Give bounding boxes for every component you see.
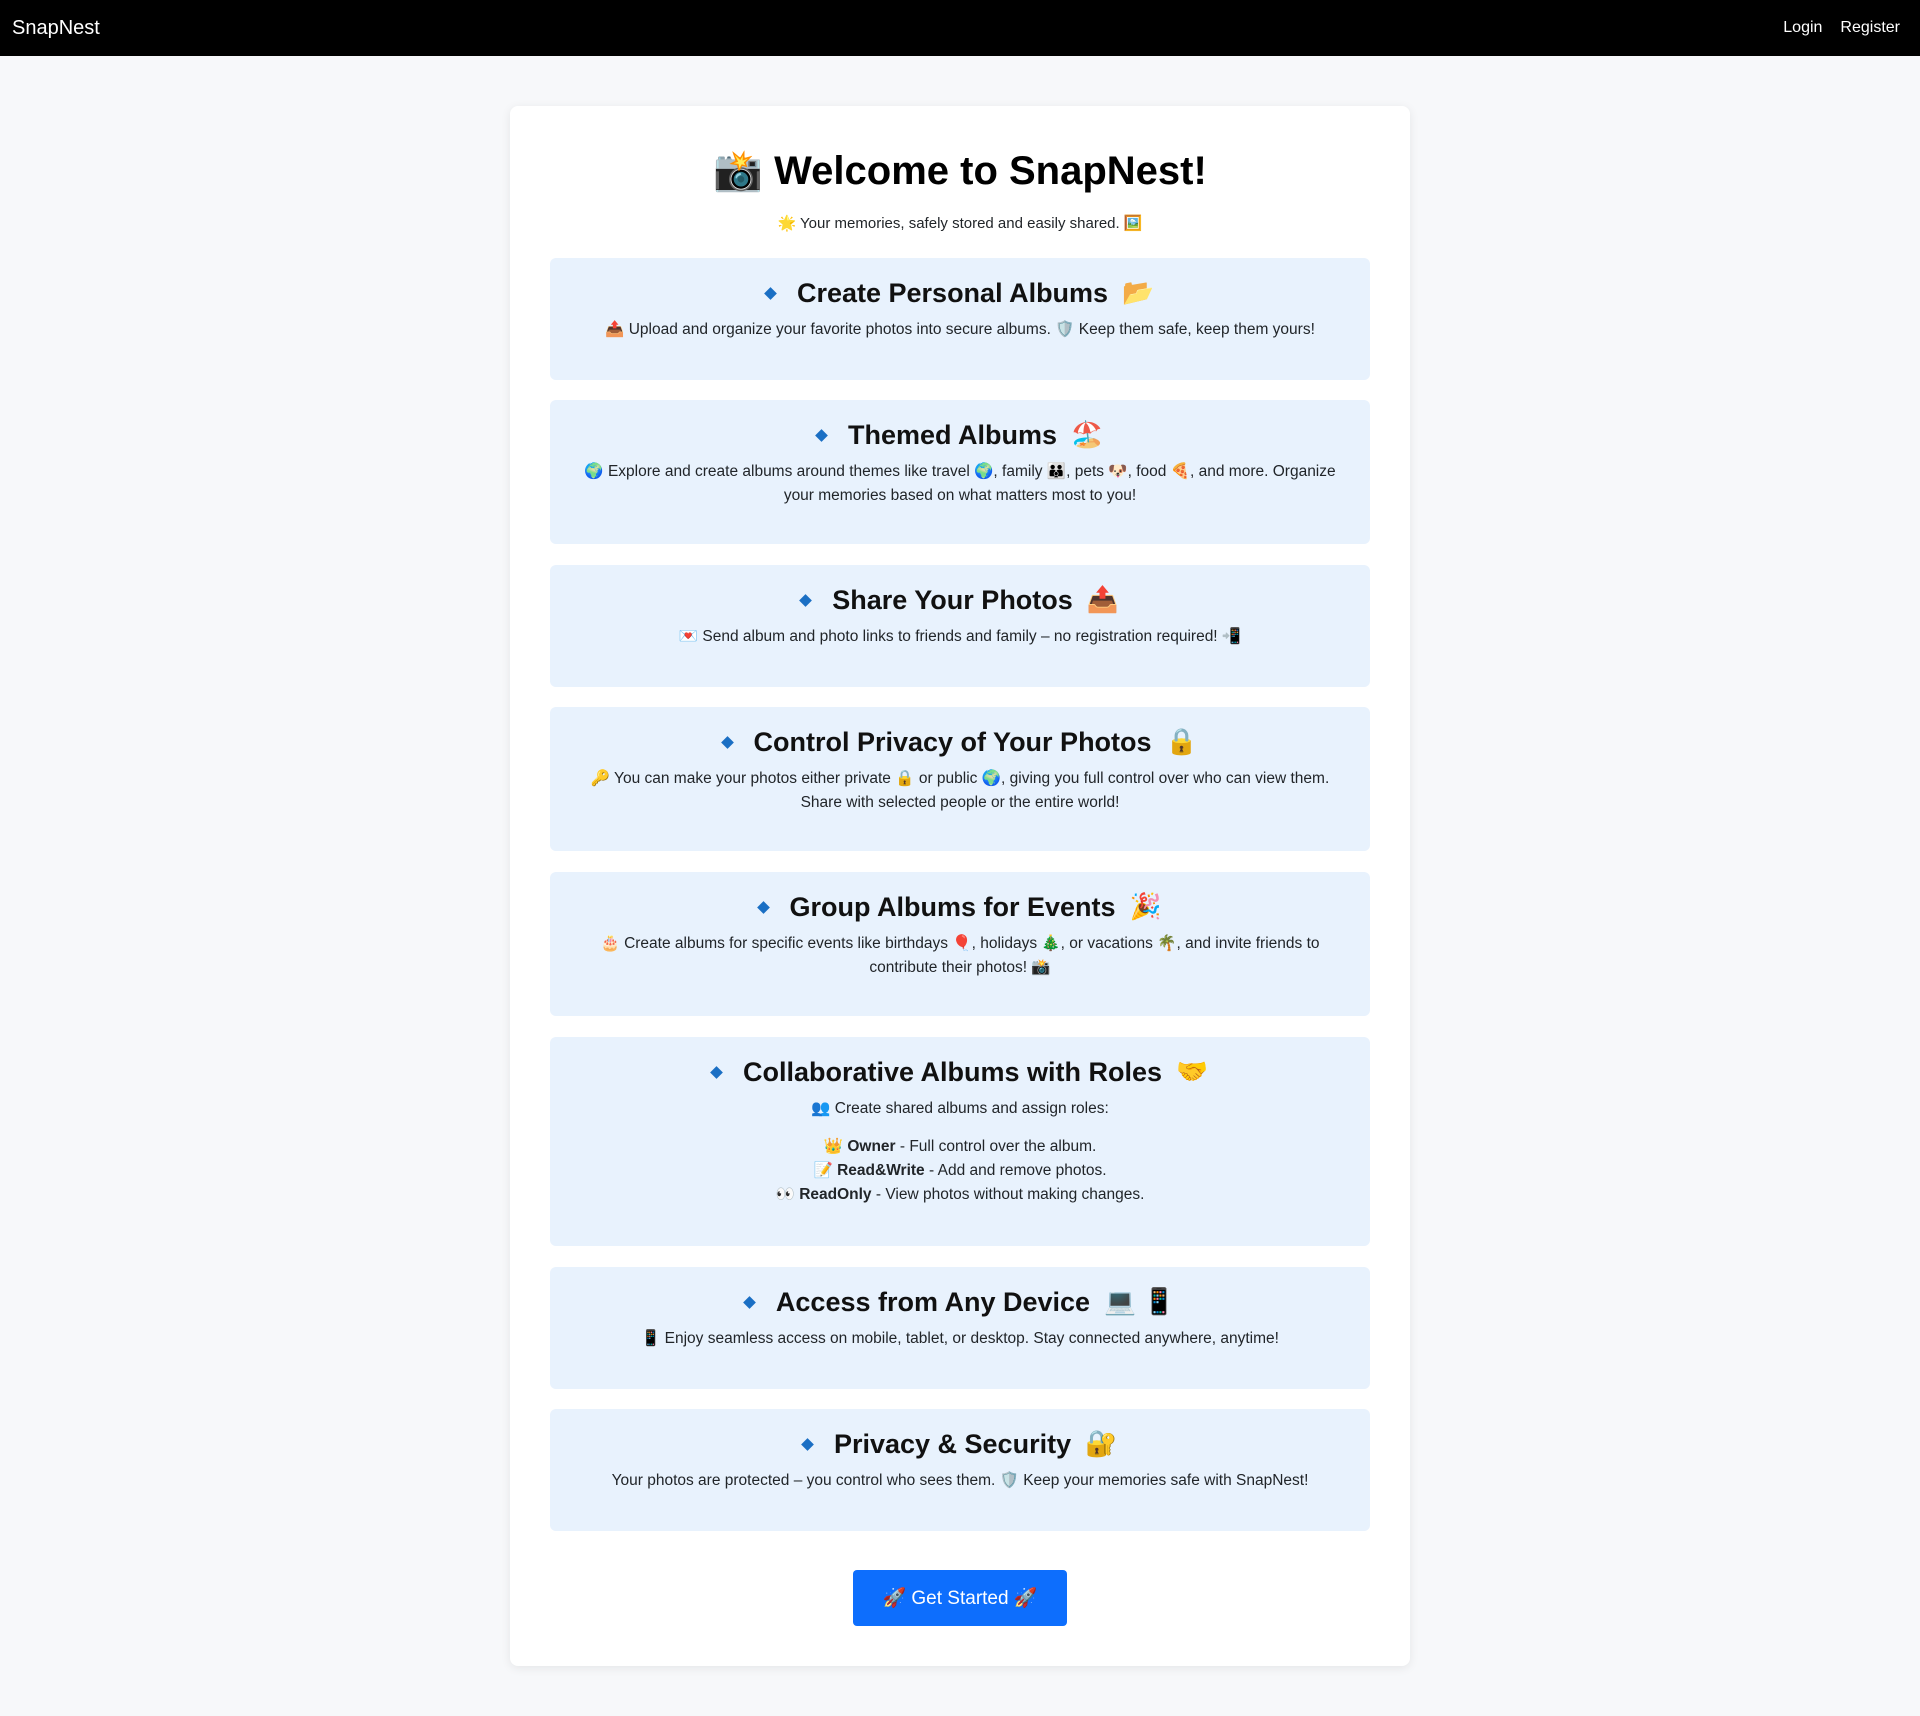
feature-themed-albums: Themed Albums 🏖️ 🌍 Explore and create al…	[550, 400, 1370, 544]
feature-title: Collaborative Albums with Roles 🤝	[550, 1055, 1370, 1089]
role-read-only: 👀 ReadOnly - View photos without making …	[550, 1183, 1370, 1207]
feature-group-albums-events: Group Albums for Events 🎉 🎂 Create album…	[550, 872, 1370, 1016]
feature-title-text: Share Your Photos	[832, 585, 1073, 615]
feature-title: Themed Albums 🏖️	[550, 418, 1370, 452]
feature-title: Control Privacy of Your Photos 🔒	[550, 725, 1370, 759]
feature-title-text: Themed Albums	[848, 420, 1058, 450]
feature-title: Create Personal Albums 📂	[550, 276, 1370, 310]
role-description: - View photos without making changes.	[871, 1186, 1145, 1203]
role-owner: 👑 Owner - Full control over the album.	[550, 1135, 1370, 1159]
navbar: SnapNest Login Register	[0, 0, 1920, 56]
feature-title: Group Albums for Events 🎉	[550, 890, 1370, 924]
feature-share-your-photos: Share Your Photos 📤 💌 Send album and pho…	[550, 565, 1370, 687]
feature-collaborative-albums: Collaborative Albums with Roles 🤝 👥 Crea…	[550, 1037, 1370, 1246]
crown-icon: 👑	[823, 1138, 844, 1155]
feature-title: Share Your Photos 📤	[550, 583, 1370, 617]
feature-title-text: Collaborative Albums with Roles	[742, 1057, 1163, 1087]
memo-icon: 📝	[813, 1162, 833, 1179]
diamond-icon	[710, 1065, 723, 1079]
diamond-icon	[764, 286, 777, 300]
diamond-icon	[815, 428, 828, 442]
brand-link[interactable]: SnapNest	[12, 17, 100, 40]
register-link[interactable]: Register	[1840, 19, 1900, 37]
role-name: Read&Write	[837, 1162, 925, 1179]
feature-control-privacy: Control Privacy of Your Photos 🔒 🔑 You c…	[550, 707, 1370, 851]
beach-umbrella-icon: 🏖️	[1071, 421, 1103, 449]
feature-privacy-security: Privacy & Security 🔐 Your photos are pro…	[550, 1409, 1370, 1531]
feature-access-any-device: Access from Any Device 💻 📱 📱 Enjoy seaml…	[550, 1267, 1370, 1389]
feature-description: 🔑 You can make your photos either privat…	[590, 770, 1330, 811]
diamond-icon	[720, 735, 734, 749]
feature-title-text: Create Personal Albums	[796, 278, 1109, 308]
roles-list: 👑 Owner - Full control over the album. 📝…	[550, 1135, 1370, 1207]
feature-title: Privacy & Security 🔐	[550, 1427, 1370, 1461]
role-description: - Full control over the album.	[895, 1138, 1097, 1155]
feature-title: Access from Any Device 💻 📱	[550, 1285, 1370, 1319]
outbox-tray-icon: 📤	[1086, 586, 1119, 614]
diamond-icon	[801, 1437, 814, 1451]
feature-create-personal-albums: Create Personal Albums 📂 📤 Upload and or…	[550, 258, 1370, 380]
role-read-write: 📝 Read&Write - Add and remove photos.	[550, 1159, 1370, 1183]
feature-title-text: Privacy & Security	[833, 1429, 1072, 1459]
party-popper-icon: 🎉	[1129, 893, 1162, 921]
get-started-button[interactable]: 🚀 Get Started 🚀	[853, 1570, 1067, 1626]
feature-description: Your photos are protected – you control …	[611, 1472, 1309, 1489]
feature-title-text: Access from Any Device	[775, 1287, 1091, 1317]
feature-description: 📤 Upload and organize your favorite phot…	[605, 321, 1315, 338]
role-description: - Add and remove photos.	[924, 1162, 1107, 1179]
feature-description: 📱 Enjoy seamless access on mobile, table…	[641, 1330, 1279, 1347]
lock-icon: 🔒	[1165, 728, 1198, 756]
locked-key-icon: 🔐	[1085, 1430, 1118, 1458]
feature-title-text: Group Albums for Events	[789, 892, 1116, 922]
feature-description: 💌 Send album and photo links to friends …	[678, 628, 1242, 645]
diamond-icon	[743, 1295, 756, 1309]
page-subtitle: 🌟 Your memories, safely stored and easil…	[777, 215, 1143, 232]
feature-description: 🎂 Create albums for specific events like…	[600, 935, 1320, 976]
feature-description: 🌍 Explore and create albums around theme…	[584, 463, 1336, 504]
handshake-icon: 🤝	[1176, 1058, 1208, 1086]
login-link[interactable]: Login	[1783, 19, 1822, 37]
diamond-icon	[756, 900, 770, 914]
role-name: ReadOnly	[799, 1186, 872, 1203]
feature-title-text: Control Privacy of Your Photos	[753, 727, 1152, 757]
eyes-icon: 👀	[775, 1186, 795, 1203]
diamond-icon	[799, 593, 813, 607]
feature-description: 👥 Create shared albums and assign roles:	[811, 1100, 1109, 1117]
laptop-phone-icon: 💻 📱	[1104, 1288, 1176, 1316]
page-title: 📸 Welcome to SnapNest!	[713, 149, 1207, 193]
role-name: Owner	[847, 1138, 896, 1155]
nav-links: Login Register	[1783, 19, 1908, 37]
folder-icon: 📂	[1122, 279, 1155, 307]
welcome-card: 📸 Welcome to SnapNest! 🌟 Your memories, …	[510, 106, 1410, 1666]
